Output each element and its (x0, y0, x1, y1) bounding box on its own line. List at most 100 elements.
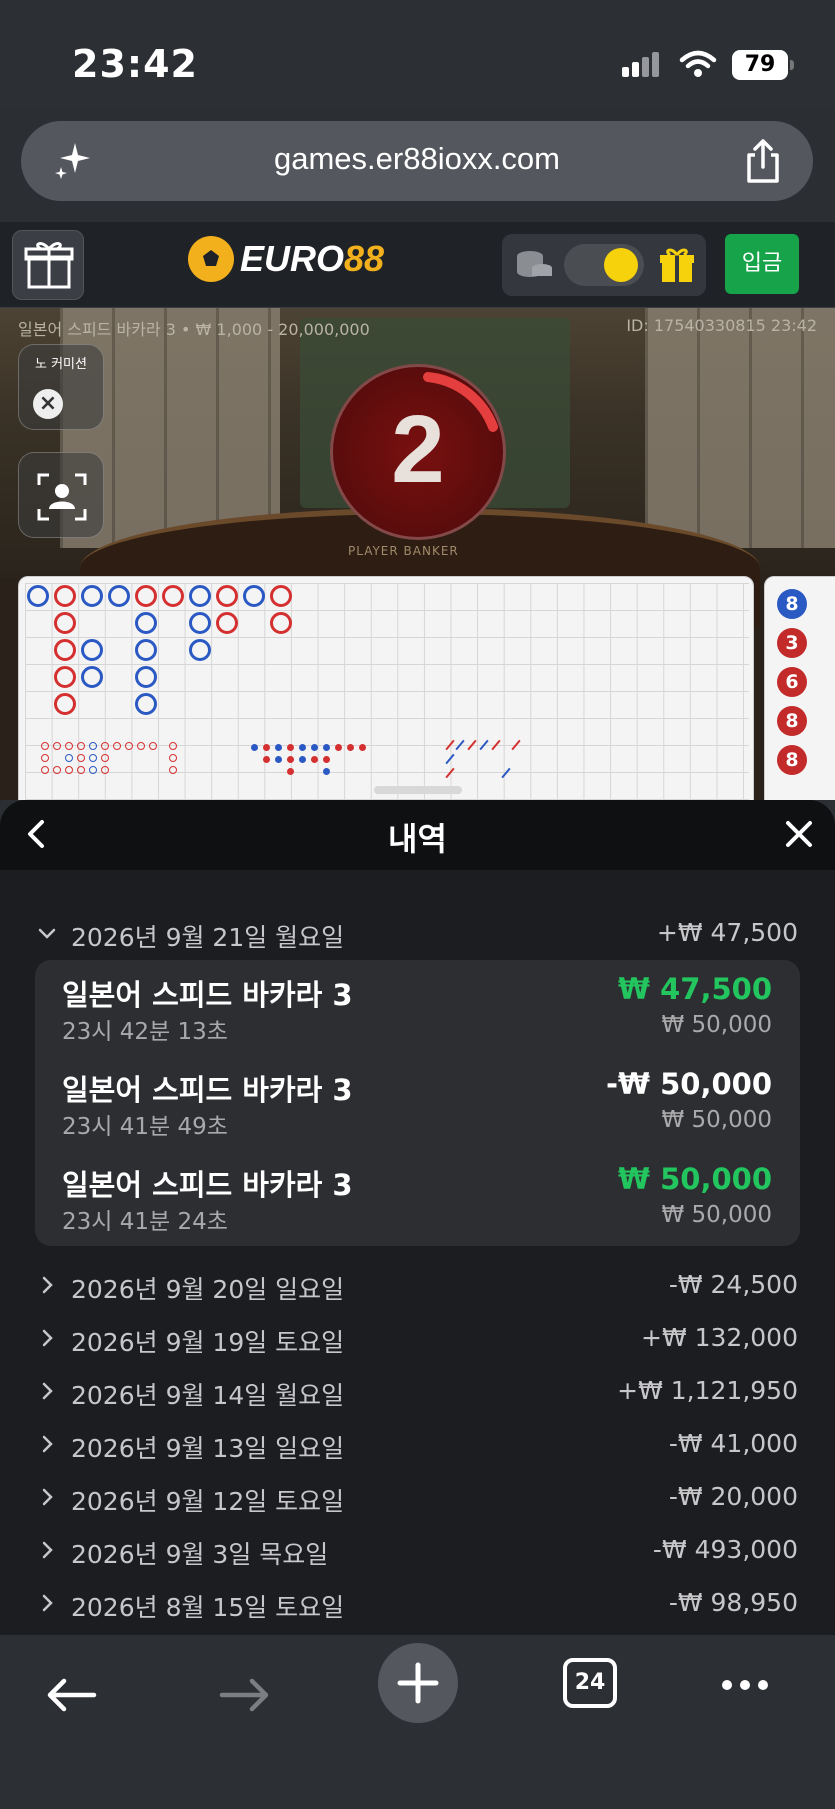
road-bead (270, 585, 292, 607)
chevron-right-icon (42, 1382, 53, 1400)
road-bead (135, 585, 157, 607)
day-total: -₩ 493,000 (652, 1535, 798, 1564)
road-bead (54, 585, 76, 607)
site-logo[interactable]: EURO88 (188, 236, 384, 282)
day-label: 2026년 9월 21일 월요일 (71, 923, 345, 952)
no-commission-button[interactable]: 노 커미션 × (18, 344, 104, 430)
sheet-drag-handle[interactable] (374, 786, 462, 794)
number-bead: 3 (777, 628, 807, 658)
day-row[interactable]: 2026년 9월 20일 일요일 -₩ 24,500 (0, 1264, 835, 1310)
plus-icon (397, 1662, 439, 1704)
bet-stake: ₩ 50,000 (661, 1202, 772, 1228)
day-total: +₩ 1,121,950 (617, 1376, 798, 1405)
number-bead: 8 (777, 745, 807, 775)
road-bead (54, 612, 76, 634)
day-label: 2026년 9월 12일 토요일 (71, 1487, 345, 1516)
small-road-dot (77, 742, 85, 750)
small-road-dot (137, 742, 145, 750)
menu-button[interactable] (12, 230, 84, 300)
chevron-right-icon (42, 1435, 53, 1453)
small-road-dot (101, 742, 109, 750)
bet-item[interactable]: 일본어 스피드 바카라 3 23시 41분 24초 ₩ 50,000 ₩ 50,… (35, 1150, 800, 1245)
big-eye-dot (299, 744, 306, 751)
more-icon[interactable] (722, 1675, 776, 1694)
small-road-dot (65, 742, 73, 750)
logo-word: EURO (240, 238, 345, 279)
small-road-dot (89, 754, 97, 762)
new-tab-button[interactable] (378, 1643, 458, 1723)
bet-stake: ₩ 50,000 (661, 1107, 772, 1133)
deposit-button[interactable]: 입금 (725, 234, 799, 294)
road-bead (81, 639, 103, 661)
bet-item[interactable]: 일본어 스피드 바카라 3 23시 42분 13초 ₩ 47,500 ₩ 50,… (35, 960, 800, 1055)
close-icon[interactable]: × (33, 389, 63, 419)
address-bar[interactable]: games.er88ioxx.com (21, 121, 813, 201)
chevron-right-icon (42, 1594, 53, 1612)
bead-road[interactable] (18, 576, 754, 800)
road-bead (54, 639, 76, 661)
small-road-dot (77, 754, 85, 762)
big-eye-dot (263, 744, 270, 751)
day-row[interactable]: 2026년 9월 19일 토요일 +₩ 132,000 (0, 1317, 835, 1363)
day-row[interactable]: 2026년 9월 12일 토요일 -₩ 20,000 (0, 1476, 835, 1522)
road-bead (81, 585, 103, 607)
small-road-dot (41, 766, 49, 774)
day-label: 2026년 9월 20일 일요일 (71, 1275, 345, 1304)
road-bead (135, 639, 157, 661)
bet-game-name: 일본어 스피드 바카라 3 (62, 1073, 353, 1107)
big-eye-dot (287, 756, 294, 763)
soccer-ball-icon (188, 236, 234, 282)
camera-view-button[interactable] (18, 452, 104, 538)
bets-card: 일본어 스피드 바카라 3 23시 42분 13초 ₩ 47,500 ₩ 50,… (35, 960, 800, 1246)
big-eye-dot (359, 744, 366, 751)
number-road[interactable]: 8 3 6 8 8 (764, 576, 835, 800)
day-row[interactable]: 2026년 8월 15일 토요일 -₩ 98,950 (0, 1582, 835, 1628)
road-bead (162, 585, 184, 607)
day-row[interactable]: 2026년 9월 14일 월요일 +₩ 1,121,950 (0, 1370, 835, 1416)
small-road-dot (125, 742, 133, 750)
url-text[interactable]: games.er88ioxx.com (21, 141, 813, 177)
gift-icon[interactable] (658, 246, 696, 284)
small-road-dot (89, 766, 97, 774)
bet-result: -₩ 50,000 (605, 1067, 772, 1101)
big-eye-dot (287, 744, 294, 751)
road-bead (135, 693, 157, 715)
forward-arrow-icon[interactable] (218, 1675, 272, 1715)
bet-game-name: 일본어 스피드 바카라 3 (62, 1168, 353, 1202)
big-eye-dot (311, 744, 318, 751)
road-bead (216, 585, 238, 607)
bet-item[interactable]: 일본어 스피드 바카라 3 23시 41분 49초 -₩ 50,000 ₩ 50… (35, 1055, 800, 1150)
back-arrow-icon[interactable] (44, 1675, 98, 1715)
tabs-button[interactable]: 24 (563, 1658, 617, 1708)
balance-toggle[interactable] (564, 244, 644, 286)
day-row[interactable]: 2026년 9월 13일 일요일 -₩ 41,000 (0, 1423, 835, 1469)
sheet-header: 내역 (0, 800, 835, 870)
road-bead (54, 693, 76, 715)
no-commission-label: 노 커미션 (35, 357, 87, 372)
small-road-dot (53, 766, 61, 774)
bet-stake: ₩ 50,000 (661, 1012, 772, 1038)
big-eye-dot (323, 744, 330, 751)
chevron-down-icon (38, 928, 56, 939)
big-eye-dot (299, 756, 306, 763)
road-bead (108, 585, 130, 607)
day-row[interactable]: 2026년 9월 3일 목요일 -₩ 493,000 (0, 1529, 835, 1575)
day-total: +₩ 47,500 (656, 918, 798, 947)
day-label: 2026년 9월 14일 월요일 (71, 1381, 345, 1410)
day-row-expanded[interactable]: 2026년 9월 21일 월요일 +₩ 47,500 (0, 912, 835, 958)
logo-number: 88 (344, 238, 385, 279)
road-bead (189, 612, 211, 634)
road-bead (54, 666, 76, 688)
day-label: 2026년 9월 19일 토요일 (71, 1328, 345, 1357)
close-icon[interactable] (781, 816, 817, 852)
table-label: PLAYER BANKER (348, 544, 459, 558)
road-bead (270, 612, 292, 634)
chevron-right-icon (42, 1329, 53, 1347)
day-label: 2026년 9월 13일 일요일 (71, 1434, 345, 1463)
bet-game-name: 일본어 스피드 바카라 3 (62, 978, 353, 1012)
road-bead (135, 612, 157, 634)
big-eye-dot (335, 744, 342, 751)
day-label: 2026년 8월 15일 토요일 (71, 1593, 345, 1622)
wallet-widget[interactable] (502, 234, 706, 296)
share-icon[interactable] (741, 137, 785, 185)
